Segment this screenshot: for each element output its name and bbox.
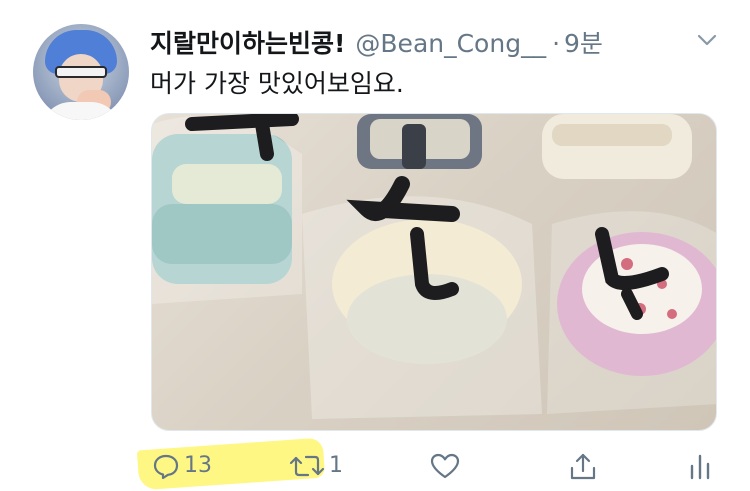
retweet-button[interactable]: 1 <box>289 452 343 480</box>
heart-icon <box>430 452 460 480</box>
share-button[interactable] <box>568 452 598 482</box>
user-handle[interactable]: @Bean_Cong__ <box>355 29 546 58</box>
tweet-photo[interactable] <box>151 113 717 431</box>
analytics-button[interactable] <box>688 452 712 480</box>
separator-dot: · <box>552 29 561 58</box>
avatar-sunglasses <box>55 66 107 78</box>
tweet-text: 머가 가장 맛있어보임요. <box>150 69 404 98</box>
macaron-cream <box>542 114 692 179</box>
analytics-icon <box>688 452 712 480</box>
chevron-down-icon[interactable] <box>695 28 719 52</box>
reply-button[interactable]: 13 <box>152 452 212 480</box>
tweet-header: 지랄만이하는빈콩! @Bean_Cong__ · 9분 <box>150 24 603 58</box>
timestamp[interactable]: 9분 <box>564 24 603 60</box>
macaron-grey <box>357 114 482 169</box>
macaron-teal <box>152 116 302 304</box>
reply-icon <box>152 452 180 480</box>
share-icon <box>568 452 598 482</box>
avatar[interactable] <box>33 24 129 120</box>
display-name[interactable]: 지랄만이하는빈콩! <box>150 24 345 60</box>
like-button[interactable] <box>430 452 464 480</box>
retweet-count: 1 <box>329 453 343 478</box>
retweet-icon <box>289 452 325 480</box>
reply-count: 13 <box>184 453 212 478</box>
